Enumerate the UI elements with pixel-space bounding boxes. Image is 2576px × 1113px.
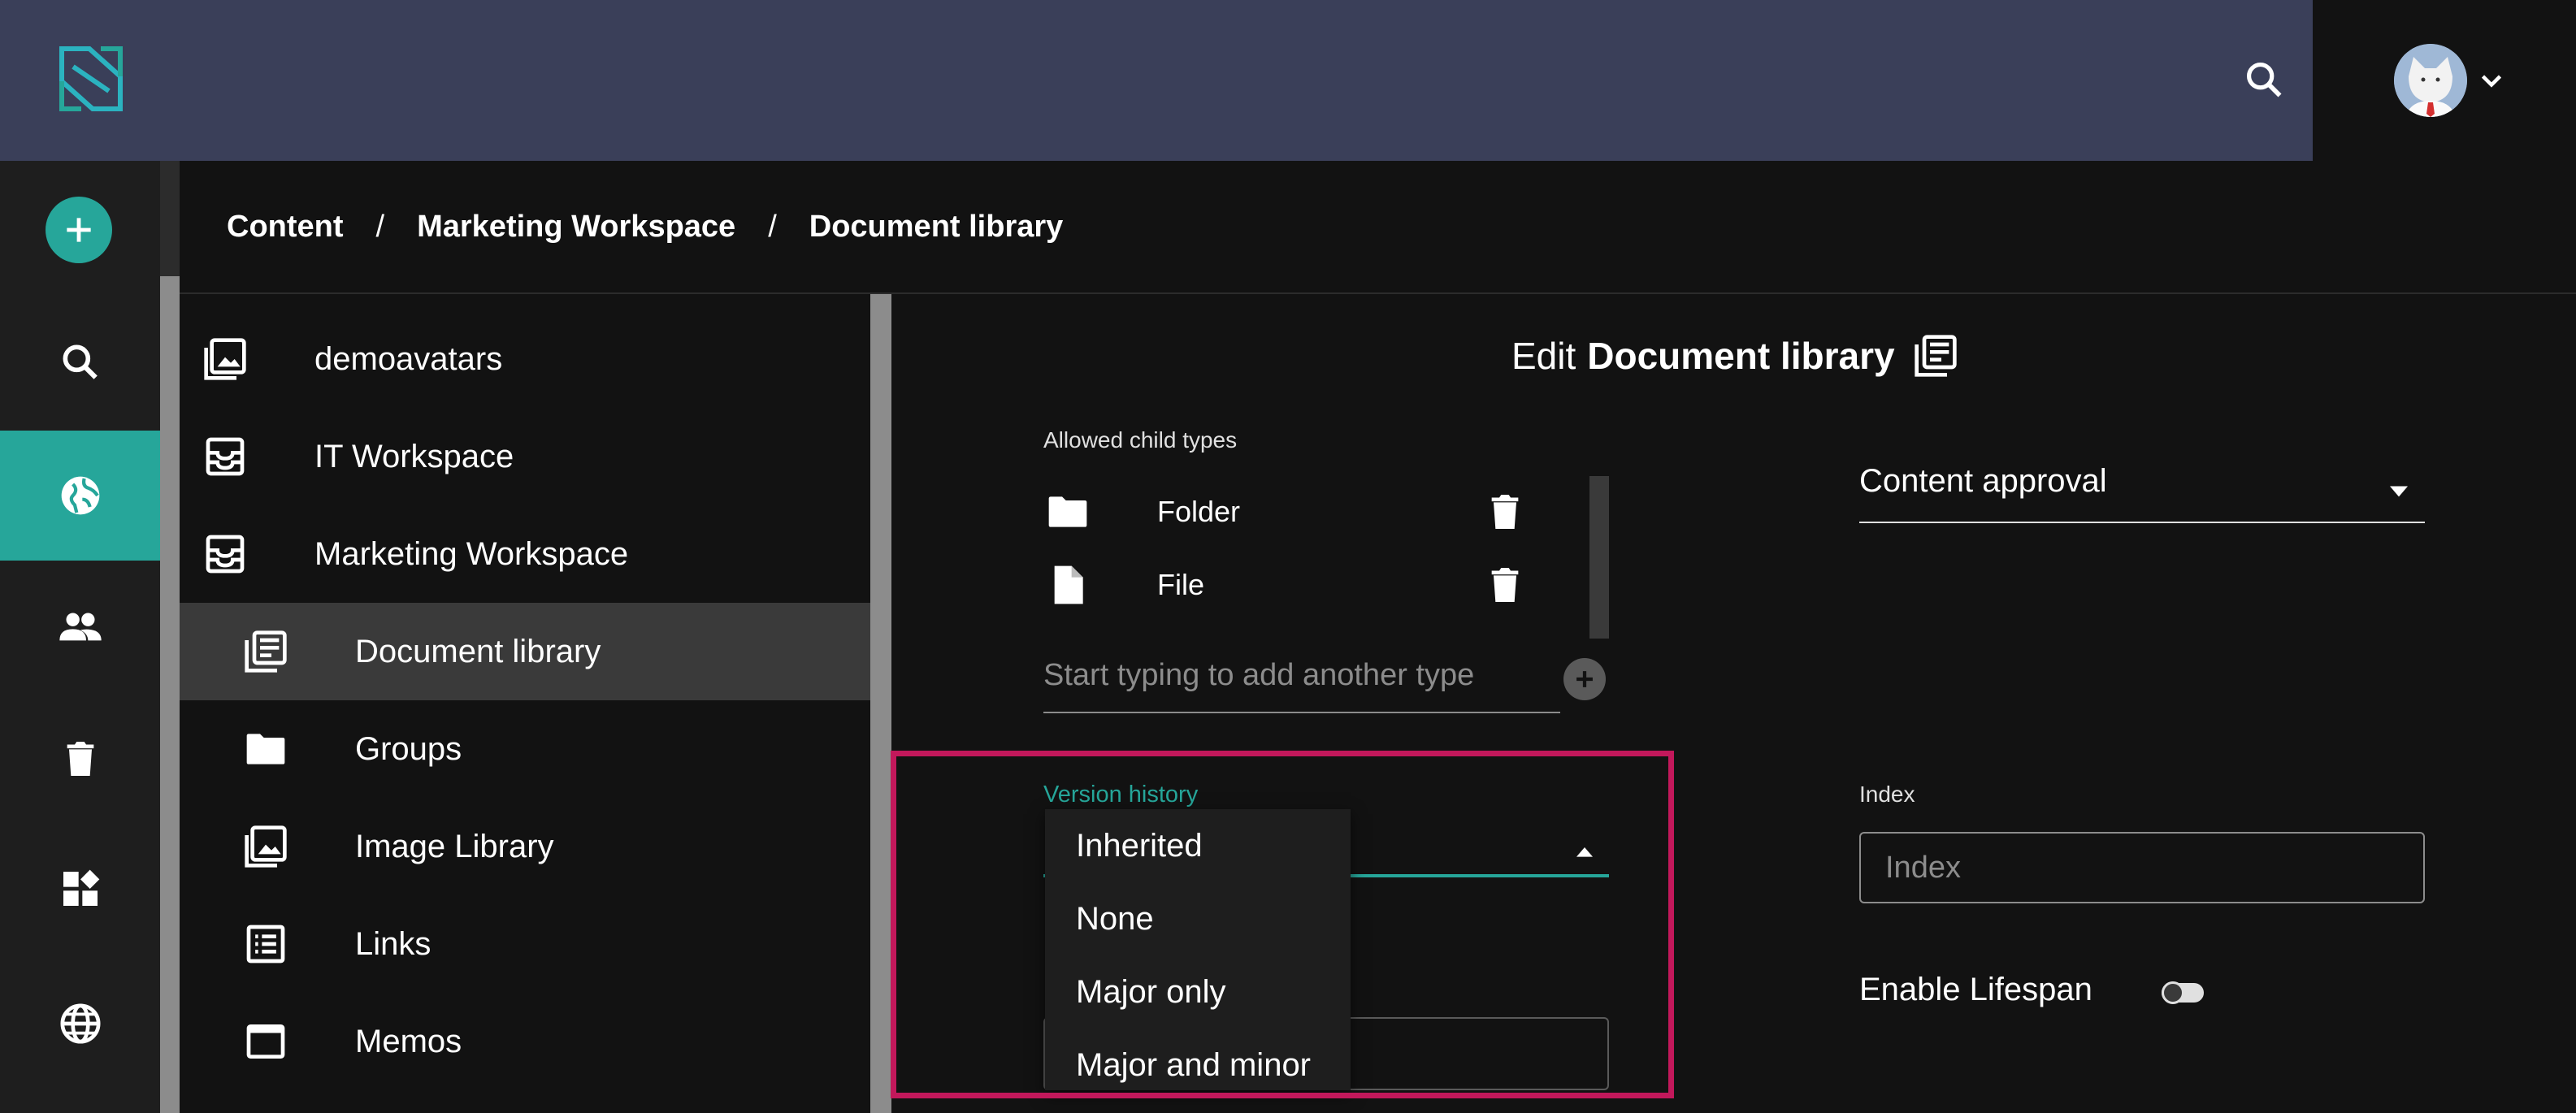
rail-language-button[interactable] [0, 959, 160, 1089]
tree-item-links[interactable]: Links [180, 895, 870, 993]
rail-trash-button[interactable] [0, 694, 160, 824]
search-icon [63, 344, 98, 379]
content-approval-value: Content approval [1859, 463, 2107, 499]
sensenet-logo[interactable] [57, 42, 125, 115]
toggle-knob[interactable] [2162, 981, 2184, 1004]
tree-item-label: Links [355, 925, 432, 962]
add-type-placeholder: Start typing to add another type [1043, 658, 1475, 692]
trash-icon [67, 742, 93, 776]
breadcrumb-separator: / [375, 209, 385, 244]
tree-item-label: Document library [355, 633, 601, 669]
tree-item-groups[interactable]: Groups [180, 700, 870, 798]
breadcrumb-separator: / [768, 209, 777, 244]
rail-divider-thumb [160, 276, 180, 1113]
breadcrumb: Content / Marketing Workspace / Document… [180, 161, 2576, 294]
list-icon [246, 925, 285, 964]
tree-item-it-workspace[interactable]: IT Workspace [180, 408, 870, 505]
trash-icon[interactable] [1482, 562, 1528, 608]
folder-icon [246, 734, 285, 764]
tree-item-marketing-workspace[interactable]: Marketing Workspace [180, 505, 870, 603]
add-type-button[interactable] [1563, 658, 1606, 700]
caret-down-icon[interactable] [2381, 473, 2417, 509]
child-types-scrollbar[interactable] [1589, 476, 1609, 639]
add-button[interactable] [46, 197, 112, 263]
tree-scrollbar[interactable] [870, 294, 891, 1113]
tree-item-image-library[interactable]: Image Library [180, 798, 870, 895]
highlight-box [891, 751, 1674, 1098]
index-label: Index [1859, 782, 1915, 807]
trash-icon[interactable] [1482, 489, 1528, 535]
language-icon [60, 1003, 100, 1044]
breadcrumb-item-document-library[interactable]: Document library [809, 210, 1064, 245]
child-type-row-folder: Folder [1043, 479, 1547, 544]
content-tree: demoavatars IT Workspace Marketing Works… [180, 294, 870, 1113]
tree-item-label: Memos [355, 1023, 462, 1059]
tree-item-label: IT Workspace [314, 438, 514, 474]
tree-item-label: Marketing Workspace [314, 535, 629, 572]
tree-item-label: Image Library [355, 828, 554, 864]
globe-icon [61, 476, 99, 515]
rail-search-button[interactable] [0, 297, 160, 427]
index-input[interactable] [1859, 832, 2425, 903]
document-library-icon [1914, 335, 1957, 377]
rail-users-button[interactable] [0, 562, 160, 692]
image-library-icon [245, 825, 287, 868]
child-type-row-file: File [1043, 552, 1547, 617]
allowed-child-types-label: Allowed child types [1043, 427, 1238, 453]
child-type-label: File [1157, 568, 1205, 601]
search-icon[interactable] [2243, 58, 2285, 101]
add-icon [67, 218, 91, 242]
add-type-input[interactable]: Start typing to add another type [1043, 650, 1560, 713]
breadcrumb-item-marketing-workspace[interactable]: Marketing Workspace [417, 210, 735, 245]
tree-item-label: Groups [355, 730, 462, 767]
enable-lifespan-label: Enable Lifespan [1859, 972, 2092, 1007]
image-library-icon [204, 338, 246, 380]
tree-item-memos[interactable]: Memos [180, 993, 870, 1090]
breadcrumb-item-content[interactable]: Content [227, 210, 344, 245]
widgets-icon [63, 869, 99, 906]
rail-content-button[interactable] [0, 431, 160, 561]
edit-title-name: Document library [1587, 335, 1895, 377]
add-icon [1576, 671, 1593, 687]
workspace-icon [206, 535, 245, 574]
edit-title-prefix: Edit [1511, 335, 1576, 377]
users-icon [59, 613, 102, 641]
user-avatar[interactable] [2394, 44, 2467, 117]
rail-widgets-button[interactable] [0, 824, 160, 954]
workspace-icon [206, 437, 245, 476]
tree-item-document-library[interactable]: Document library [180, 603, 870, 700]
tree-item-label: demoavatars [314, 340, 503, 377]
child-type-label: Folder [1157, 495, 1241, 528]
app-header [0, 0, 2313, 161]
folder-icon [1048, 496, 1087, 527]
content-approval-select[interactable]: Content approval [1859, 463, 2425, 523]
chevron-down-icon[interactable] [2477, 67, 2506, 96]
tree-item-demoavatars[interactable]: demoavatars [180, 310, 870, 408]
document-library-icon [245, 630, 287, 673]
file-icon [1054, 565, 1083, 604]
edit-title: Edit Document library [1511, 333, 1958, 379]
memo-icon [246, 1024, 285, 1059]
